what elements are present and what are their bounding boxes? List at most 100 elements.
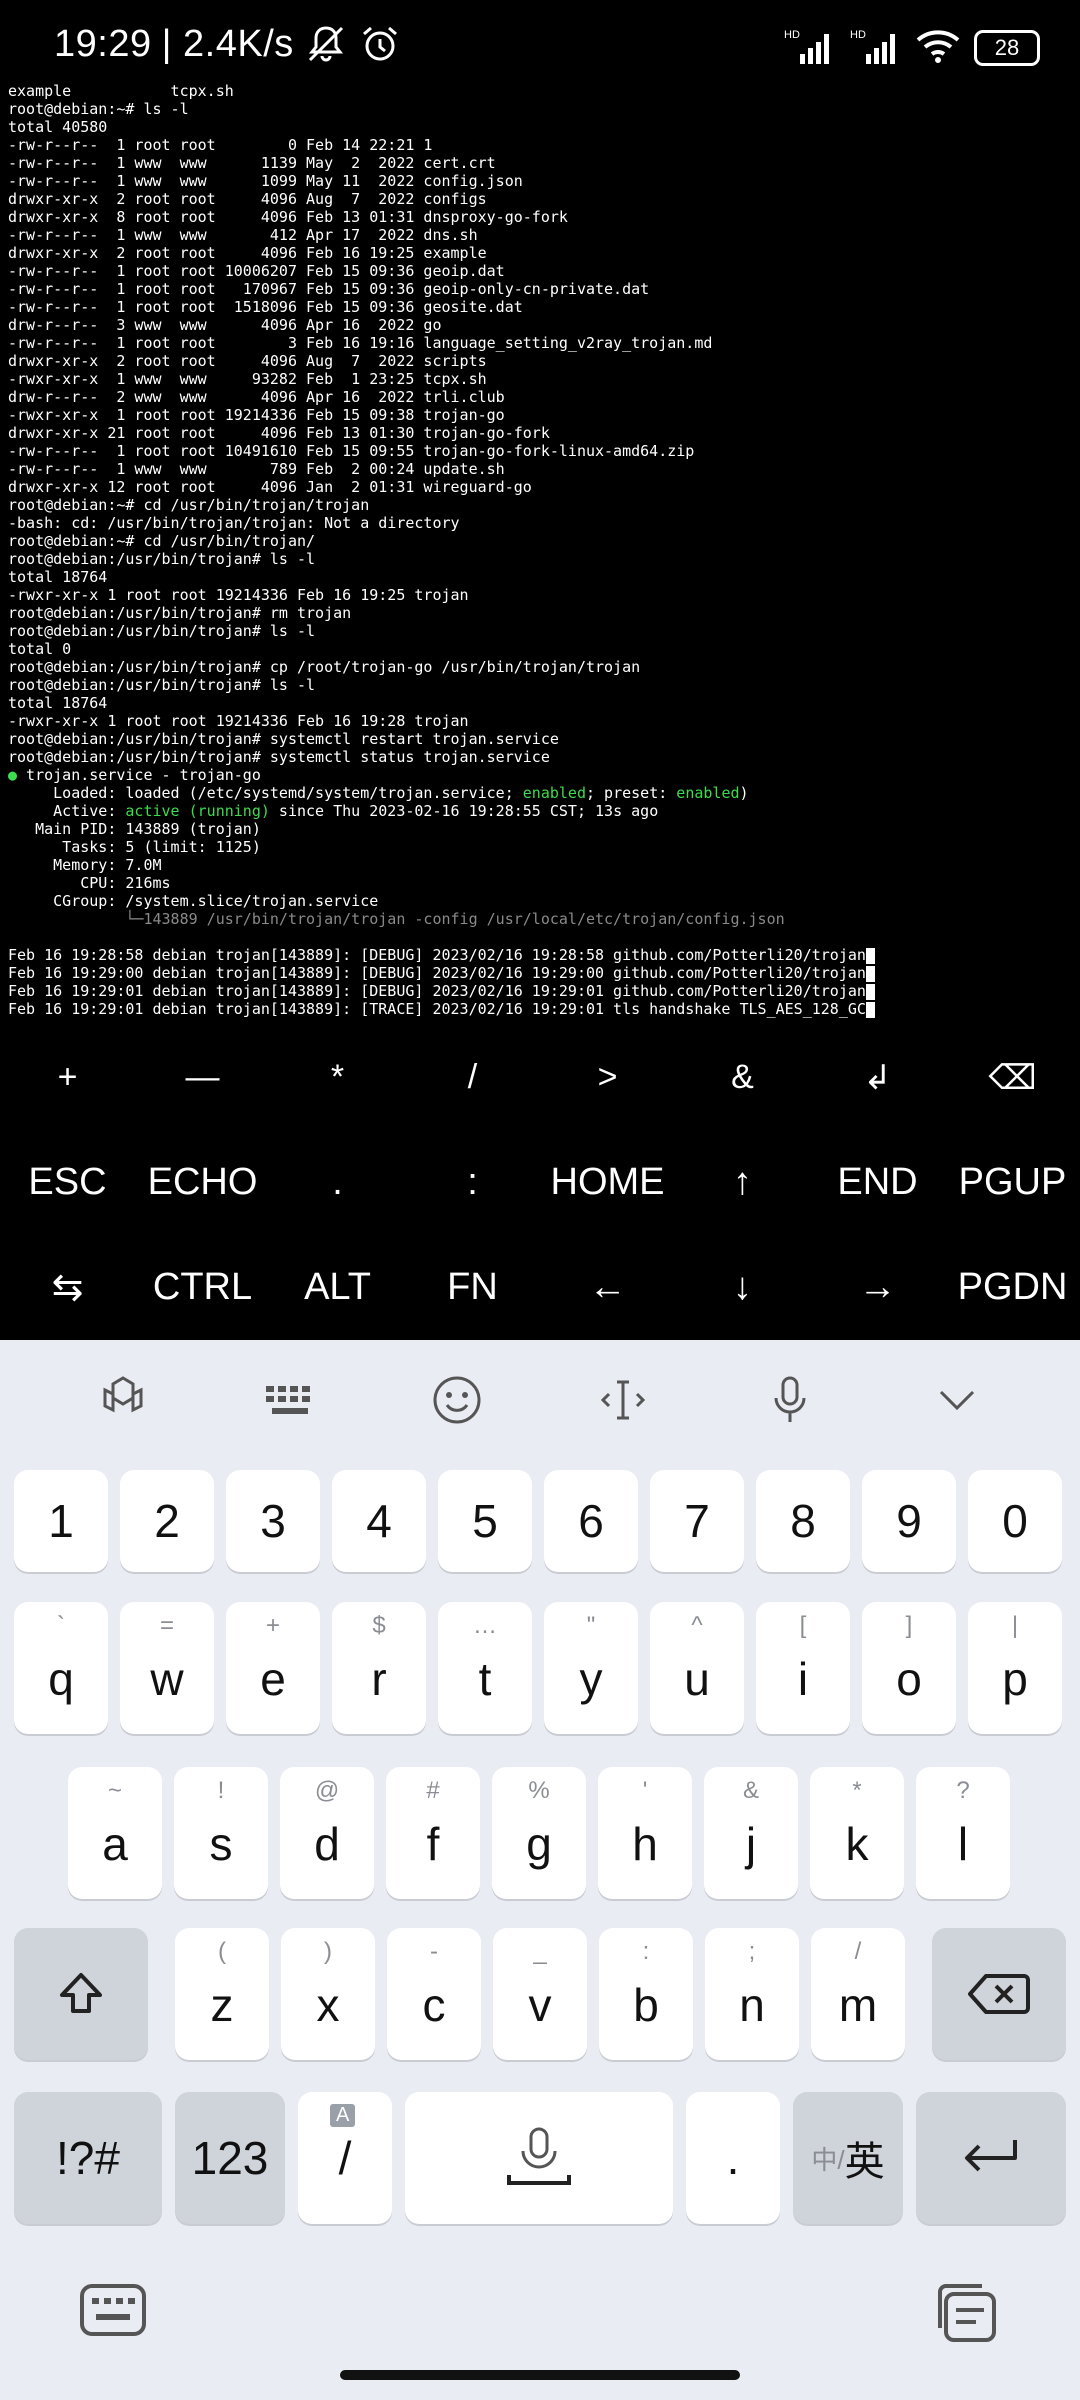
theme-icon[interactable] (93, 1370, 153, 1430)
number-key[interactable]: 6 (544, 1470, 638, 1572)
active-suffix: since Thu 2023-02-16 19:28:55 CST; 13s a… (269, 802, 659, 820)
space-key[interactable] (405, 2092, 673, 2224)
extra-key[interactable]: + (0, 1025, 135, 1130)
terminal-line: root@debian:/usr/bin/trojan# cp /root/tr… (8, 658, 641, 676)
extra-key[interactable]: END (810, 1130, 945, 1235)
home-indicator[interactable] (340, 2370, 740, 2380)
enter-key[interactable] (916, 2092, 1066, 2224)
letter-key[interactable]: _ v (493, 1928, 587, 2060)
extra-key[interactable]: ECHO (135, 1130, 270, 1235)
terminal-line: drwxr-xr-x 12 root root 4096 Jan 2 01:31… (8, 478, 532, 496)
shift-key[interactable] (14, 1928, 148, 2060)
letter-key[interactable]: + e (226, 1602, 320, 1734)
extra-key[interactable]: FN (405, 1235, 540, 1340)
key-label: 5 (472, 1495, 498, 1547)
letter-key[interactable]: @ d (280, 1767, 374, 1899)
backspace-key[interactable] (932, 1928, 1066, 2060)
extra-key[interactable]: ↑ (675, 1130, 810, 1235)
letter-key[interactable]: ! s (174, 1767, 268, 1899)
terminal-line: -rwxr-xr-x 1 root root 19214336 Feb 16 1… (8, 712, 469, 730)
microphone-icon[interactable] (760, 1370, 820, 1430)
emoji-icon[interactable] (427, 1370, 487, 1430)
letter-key[interactable]: / m (811, 1928, 905, 2060)
number-key[interactable]: 0 (968, 1470, 1062, 1572)
number-key[interactable]: 9 (862, 1470, 956, 1572)
extra-key[interactable]: & (675, 1025, 810, 1130)
log-line: Feb 16 19:29:00 debian trojan[143889]: [… (0, 964, 1080, 982)
letter-key[interactable]: ; n (705, 1928, 799, 2060)
terminal-line: drwxr-xr-x 2 root root 4096 Aug 7 2022 s… (8, 352, 487, 370)
extra-key[interactable]: CTRL (135, 1235, 270, 1340)
letter-key[interactable]: ` q (14, 1602, 108, 1734)
letter-key[interactable]: " y (544, 1602, 638, 1734)
terminal-line: root@debian:/usr/bin/trojan# ls -l (8, 550, 316, 568)
letter-key[interactable]: * k (810, 1767, 904, 1899)
status-left: 19:29 | 2.4K/s (54, 22, 402, 66)
extra-key[interactable]: → (810, 1235, 945, 1340)
cursor-icon[interactable] (593, 1370, 653, 1430)
key-label: b (633, 1979, 659, 2031)
letter-key[interactable]: [i (756, 1602, 850, 1734)
journal-log-lines: Feb 16 19:28:58 debian trojan[143889]: [… (0, 946, 1080, 1018)
extra-key[interactable]: ⌫ (945, 1025, 1080, 1130)
letter-key[interactable]: ^ u (650, 1602, 744, 1734)
extra-key[interactable]: — (135, 1025, 270, 1130)
letter-key[interactable]: & j (704, 1767, 798, 1899)
numbers-mode-key[interactable]: 123 (175, 2092, 285, 2224)
extra-key[interactable]: / (405, 1025, 540, 1130)
letter-key[interactable]: ? l (916, 1767, 1010, 1899)
letter-key[interactable]: $ r (332, 1602, 426, 1734)
letter-key[interactable]: # f (386, 1767, 480, 1899)
clipboard-icon[interactable] (932, 2280, 1002, 2348)
letter-key[interactable]: ] o (862, 1602, 956, 1734)
slash-key[interactable]: / A (298, 2092, 392, 2224)
extra-key[interactable]: ← (540, 1235, 675, 1340)
loaded-prefix: Loaded: loaded (/etc/systemd/system/troj… (8, 784, 523, 802)
mute-icon (304, 22, 348, 66)
letter-key[interactable]: | p (968, 1602, 1062, 1734)
extra-key[interactable]: PGDN (945, 1235, 1080, 1340)
letter-key[interactable]: = w (120, 1602, 214, 1734)
log-line: Feb 16 19:29:01 debian trojan[143889]: [… (0, 982, 1080, 1000)
letter-key[interactable]: ' h (598, 1767, 692, 1899)
key-hint: [ (799, 1612, 807, 1639)
extra-key[interactable]: HOME (540, 1130, 675, 1235)
symbols-key[interactable]: !?# (14, 2092, 162, 2224)
letter-key[interactable]: % g (492, 1767, 586, 1899)
period-key[interactable]: . (686, 2092, 780, 2224)
language-switch-key[interactable]: 中/英 (793, 2092, 903, 2224)
extra-key[interactable]: ↲ (810, 1025, 945, 1130)
number-key[interactable]: 7 (650, 1470, 744, 1572)
number-key[interactable]: 3 (226, 1470, 320, 1572)
extra-key[interactable]: ALT (270, 1235, 405, 1340)
extra-key[interactable]: > (540, 1025, 675, 1130)
key-label: 4 (366, 1495, 392, 1547)
extra-key[interactable]: * (270, 1025, 405, 1130)
number-key[interactable]: 2 (120, 1470, 214, 1572)
extra-key[interactable]: ↓ (675, 1235, 810, 1340)
extra-key[interactable]: ⇆ (0, 1235, 135, 1340)
extra-key[interactable]: : (405, 1130, 540, 1235)
terminal-line: -rwxr-xr-x 1 www www 93282 Feb 1 23:25 t… (8, 370, 487, 388)
letter-key[interactable]: ~ a (68, 1767, 162, 1899)
service-cgroup-child: └─143889 /usr/bin/trojan/trojan -config … (8, 910, 785, 928)
number-key[interactable]: 5 (438, 1470, 532, 1572)
letter-key[interactable]: (z (175, 1928, 269, 2060)
keyboard-switch-icon[interactable] (78, 2280, 148, 2344)
collapse-icon[interactable] (927, 1370, 987, 1430)
letter-key[interactable]: -c (387, 1928, 481, 2060)
letter-key[interactable]: … t (438, 1602, 532, 1734)
number-key[interactable]: 1 (14, 1470, 108, 1572)
letter-key[interactable]: :b (599, 1928, 693, 2060)
extra-key[interactable]: ESC (0, 1130, 135, 1235)
number-key[interactable]: 8 (756, 1470, 850, 1572)
active-prefix: Active: (8, 802, 126, 820)
extra-key[interactable]: PGUP (945, 1130, 1080, 1235)
terminal-output[interactable]: example tcpx.sh root@debian:~# ls -l total… (0, 82, 1080, 1022)
key-label: l (957, 1818, 969, 1870)
keyboard-grid-icon[interactable] (260, 1370, 320, 1430)
extra-key[interactable]: . (270, 1130, 405, 1235)
number-key[interactable]: 4 (332, 1470, 426, 1572)
key-hint: ] (905, 1612, 913, 1639)
letter-key[interactable]: ) x (281, 1928, 375, 2060)
